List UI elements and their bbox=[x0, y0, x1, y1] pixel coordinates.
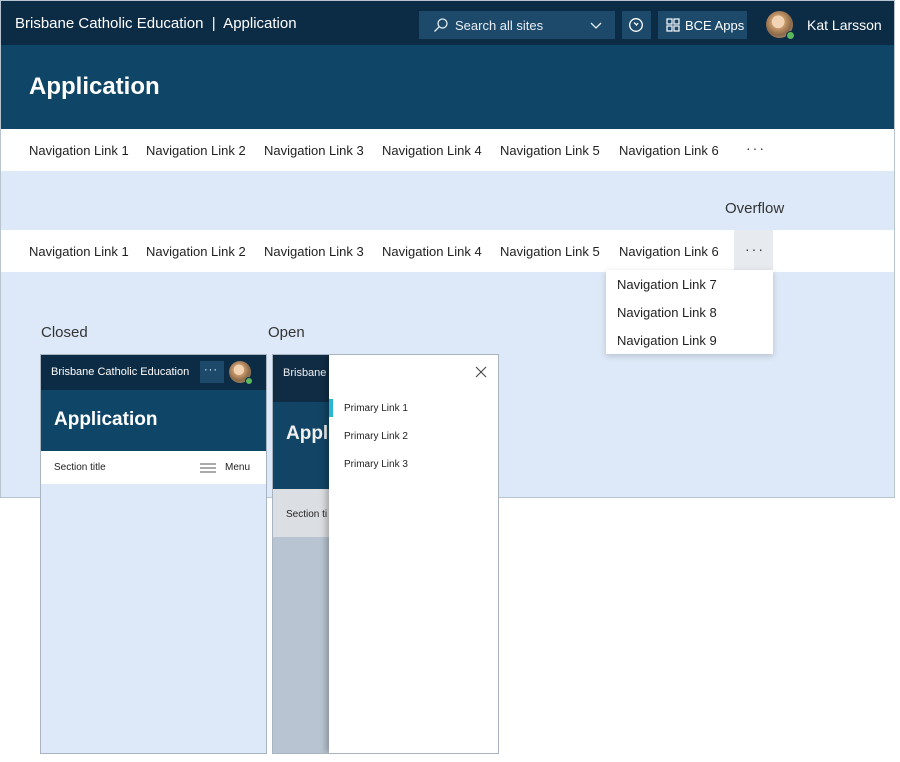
section-title: Section title bbox=[54, 462, 106, 473]
overflow-item-7[interactable]: Navigation Link 7 bbox=[617, 277, 717, 292]
more-icon: ··· bbox=[204, 364, 218, 376]
nav-link-6[interactable]: Navigation Link 6 bbox=[619, 244, 719, 259]
clock-icon bbox=[629, 18, 643, 32]
closed-label: Closed bbox=[41, 324, 88, 341]
bce-apps-label: BCE Apps bbox=[685, 18, 745, 33]
menu-button[interactable]: Menu bbox=[225, 462, 250, 473]
nav-panel: Primary Link 1 Primary Link 2 Primary Li… bbox=[329, 355, 498, 753]
more-button[interactable]: ··· bbox=[735, 129, 774, 169]
mobile-section-bar: Section title Menu bbox=[41, 451, 266, 484]
search-placeholder: Search all sites bbox=[455, 18, 544, 33]
nav-link-1[interactable]: Navigation Link 1 bbox=[29, 244, 129, 259]
nav-link-4[interactable]: Navigation Link 4 bbox=[382, 244, 482, 259]
mobile-open-preview: Brisbane Appl Section ti Primary Link 1 … bbox=[272, 354, 499, 754]
mobile-suite-bar: Brisbane Catholic Education ··· bbox=[41, 355, 266, 390]
presence-indicator bbox=[245, 377, 253, 385]
nav-link-6[interactable]: Navigation Link 6 bbox=[619, 143, 719, 158]
chevron-down-icon[interactable] bbox=[589, 18, 603, 32]
suite-title[interactable]: Brisbane Catholic Education | Applicatio… bbox=[15, 15, 297, 32]
mobile-suite-title[interactable]: Brisbane Catholic Education bbox=[51, 366, 189, 378]
nav-link-4[interactable]: Navigation Link 4 bbox=[382, 143, 482, 158]
page-title: Application bbox=[29, 73, 160, 100]
more-button-active[interactable]: ··· bbox=[734, 230, 773, 270]
open-label: Open bbox=[268, 324, 305, 341]
presence-indicator bbox=[786, 31, 795, 40]
navigation-bar: Navigation Link 1 Navigation Link 2 Navi… bbox=[1, 129, 894, 171]
mobile-closed-preview: Brisbane Catholic Education ··· Applicat… bbox=[40, 354, 267, 754]
navigation-bar-overflow: Navigation Link 1 Navigation Link 2 Navi… bbox=[1, 230, 894, 272]
overflow-menu: Navigation Link 7 Navigation Link 8 Navi… bbox=[606, 270, 773, 354]
nav-link-5[interactable]: Navigation Link 5 bbox=[500, 143, 600, 158]
overflow-item-9[interactable]: Navigation Link 9 bbox=[617, 333, 717, 348]
primary-link-2[interactable]: Primary Link 2 bbox=[344, 431, 408, 442]
more-icon: ··· bbox=[746, 140, 766, 156]
avatar[interactable] bbox=[766, 11, 795, 40]
nav-link-1[interactable]: Navigation Link 1 bbox=[29, 143, 129, 158]
overflow-label: Overflow bbox=[725, 200, 785, 217]
app-grid-icon bbox=[666, 18, 680, 32]
primary-link-3[interactable]: Primary Link 3 bbox=[344, 459, 408, 470]
nav-link-2[interactable]: Navigation Link 2 bbox=[146, 143, 246, 158]
nav-link-2[interactable]: Navigation Link 2 bbox=[146, 244, 246, 259]
nav-link-3[interactable]: Navigation Link 3 bbox=[264, 244, 364, 259]
mobile-page-title: Application bbox=[54, 409, 158, 430]
suite-bar: Brisbane Catholic Education | Applicatio… bbox=[1, 1, 894, 45]
overflow-item-8[interactable]: Navigation Link 8 bbox=[617, 305, 717, 320]
hamburger-icon[interactable] bbox=[200, 463, 216, 473]
nav-link-3[interactable]: Navigation Link 3 bbox=[264, 143, 364, 158]
mobile-app-header: Application bbox=[41, 390, 266, 451]
search-icon bbox=[434, 18, 448, 32]
active-indicator bbox=[329, 399, 333, 417]
overlay-scrim[interactable] bbox=[273, 355, 329, 753]
bce-apps-button[interactable]: BCE Apps bbox=[658, 11, 747, 39]
app-header: Application bbox=[1, 45, 894, 129]
recent-button[interactable] bbox=[622, 11, 651, 39]
mobile-more-button[interactable]: ··· bbox=[200, 361, 224, 383]
close-icon[interactable] bbox=[475, 366, 487, 378]
primary-link-1[interactable]: Primary Link 1 bbox=[344, 403, 408, 414]
nav-link-5[interactable]: Navigation Link 5 bbox=[500, 244, 600, 259]
more-icon: ··· bbox=[745, 241, 765, 257]
search-box[interactable]: Search all sites bbox=[419, 11, 615, 39]
user-name[interactable]: Kat Larsson bbox=[807, 17, 882, 33]
avatar[interactable] bbox=[229, 361, 253, 385]
